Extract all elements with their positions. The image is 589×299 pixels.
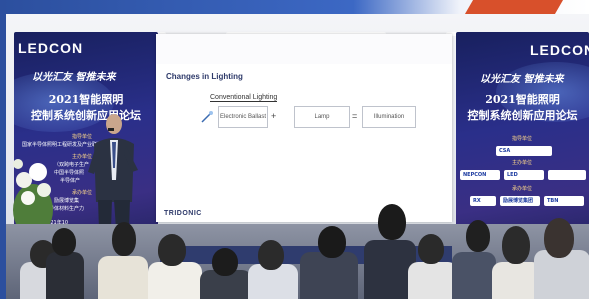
- banner-support-line: 励展博览集: [54, 198, 80, 204]
- audience-member: [52, 228, 76, 256]
- audience-member: [148, 262, 202, 299]
- banner-host-line: 中国半导体照: [54, 170, 85, 176]
- slide-equals-operator: =: [352, 111, 358, 121]
- audience-member: [466, 220, 490, 252]
- lamp-icon: [201, 111, 213, 123]
- conference-photo: LEDCON 以光汇友 智推未来 2021智能照明 控制系统创新应用论坛 指导单…: [0, 0, 589, 299]
- audience-member: [502, 226, 530, 264]
- audience-member: [418, 234, 444, 264]
- sponsor-logo: RX: [470, 196, 496, 206]
- audience-member: [378, 204, 406, 240]
- banner-title-line1: 2021智能照明: [48, 93, 124, 106]
- audience-member: [98, 256, 148, 299]
- banner-slogan: 以光汇友 智推未来: [480, 74, 564, 85]
- audience-member: [212, 248, 238, 276]
- banner-slogan: 以光汇友 智推未来: [32, 72, 116, 83]
- audience-member: [158, 234, 186, 266]
- banner-brand: LEDCON: [18, 40, 84, 56]
- audience-member: [112, 222, 136, 256]
- slide-box-lamp: Lamp: [294, 106, 350, 128]
- projection-screen: Changes in Lighting Conventional Lightin…: [156, 34, 452, 222]
- top-frame-stripe: [0, 0, 589, 14]
- sponsor-logo: 励展博览集团: [500, 196, 540, 206]
- banner-support-heading: 承办单位: [512, 186, 533, 192]
- frame-accent: [464, 0, 564, 14]
- audience-member: [300, 252, 358, 299]
- banner-host-heading: 主办单位: [512, 160, 533, 166]
- sponsor-logo: CSA: [496, 146, 552, 156]
- banner-brand: LEDCON: [530, 42, 589, 58]
- sponsor-logo: [548, 170, 586, 180]
- sponsor-logo: LED: [504, 170, 544, 180]
- slide-subtitle: Conventional Lighting: [210, 94, 278, 102]
- sponsor-logo: NEPCON: [460, 170, 500, 180]
- audience-member: [46, 252, 84, 299]
- audience-member: [258, 240, 284, 270]
- audience-member: [452, 252, 496, 299]
- banner-title-line1: 2021智能照明: [485, 93, 560, 106]
- audience-member: [408, 262, 458, 299]
- screen-top-band: [156, 34, 452, 64]
- sponsor-logo: TBN: [544, 196, 584, 206]
- slide-brand: TRIDONIC: [164, 210, 202, 217]
- banner-org-heading: 指导单位: [512, 136, 533, 142]
- audience-member: [318, 226, 346, 258]
- banner-title-line2: 控制系统创新应用论坛: [467, 109, 578, 122]
- slide-title: Changes in Lighting: [166, 72, 243, 81]
- audience-member: [544, 218, 574, 258]
- slide-plus-operator: +: [271, 111, 277, 121]
- slide-box-ballast: Electronic Ballast: [218, 106, 268, 128]
- slide-box-illumination: Illumination: [362, 106, 416, 128]
- banner-host-line: 半导体产: [60, 178, 81, 184]
